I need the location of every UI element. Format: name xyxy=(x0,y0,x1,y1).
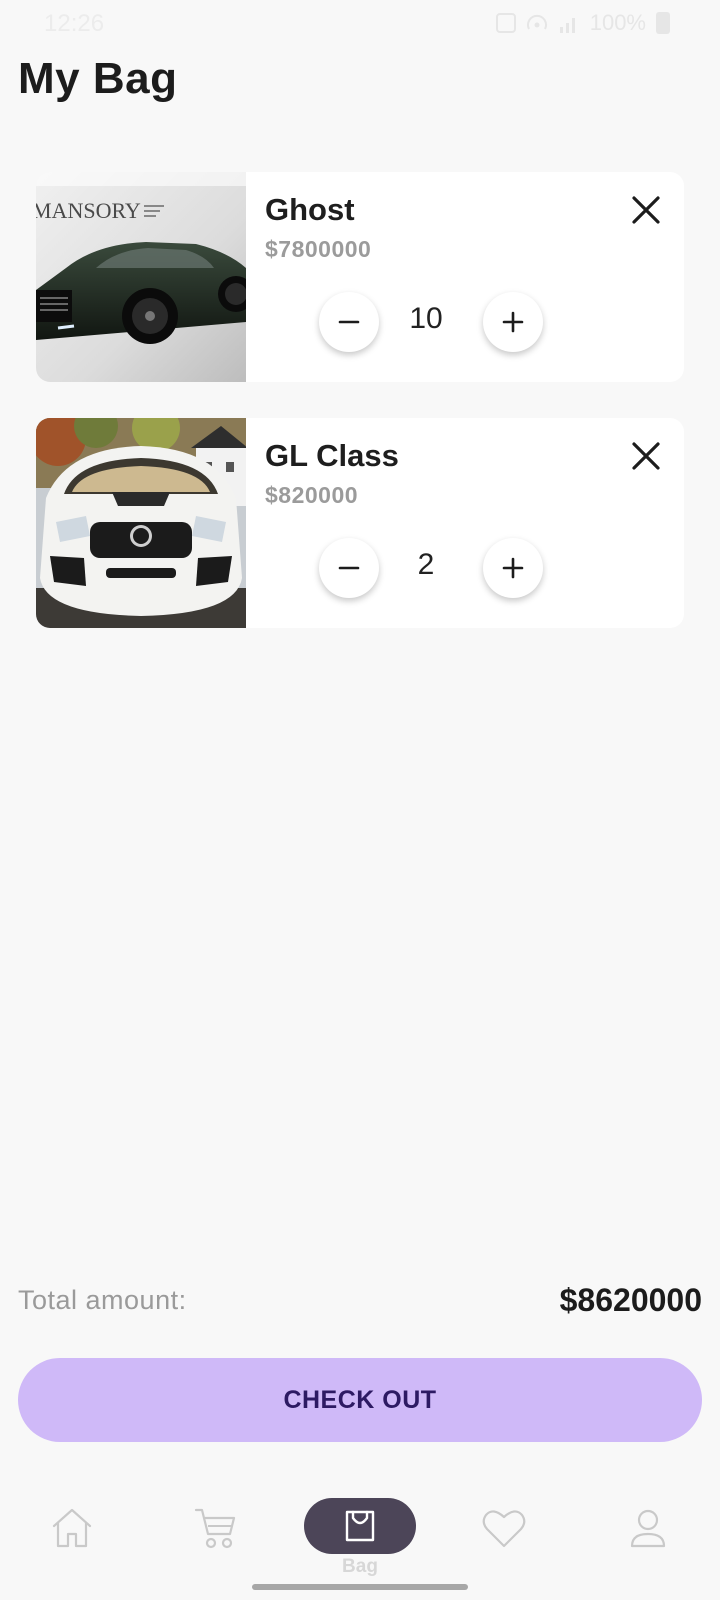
product-image-gl-class[interactable] xyxy=(36,418,246,628)
profile-icon xyxy=(630,1509,666,1548)
decrease-quantity-button[interactable] xyxy=(319,538,379,598)
product-image-ghost[interactable]: MANSORY xyxy=(36,172,246,382)
nav-cart[interactable] xyxy=(156,1506,276,1596)
remove-item-button[interactable] xyxy=(628,438,664,474)
close-icon xyxy=(632,442,660,470)
minus-icon xyxy=(338,566,360,570)
quantity-value: 10 xyxy=(409,302,443,335)
close-icon xyxy=(632,196,660,224)
status-icons: 100% xyxy=(495,10,670,36)
total-amount-label: Total amount: xyxy=(18,1285,187,1315)
page-title: My Bag xyxy=(18,54,178,103)
hotspot-icon xyxy=(526,13,548,33)
increase-quantity-button[interactable] xyxy=(483,292,543,352)
bag-icon xyxy=(345,1510,375,1542)
increase-quantity-button[interactable] xyxy=(483,538,543,598)
plus-icon xyxy=(502,557,524,579)
battery-icon xyxy=(656,12,670,34)
status-time: 12:26 xyxy=(44,10,105,37)
nav-home[interactable] xyxy=(12,1506,132,1596)
nav-active-indicator xyxy=(304,1498,416,1554)
checkout-button[interactable]: CHECK OUT xyxy=(18,1358,702,1442)
nav-bag[interactable]: Bag xyxy=(300,1498,420,1588)
alarm-icon xyxy=(495,13,516,33)
product-price: $820000 xyxy=(265,482,359,508)
total-amount-value: $8620000 xyxy=(559,1282,702,1318)
product-name[interactable]: Ghost xyxy=(265,192,355,228)
quantity-value: 2 xyxy=(417,548,435,581)
nav-profile[interactable] xyxy=(588,1506,708,1596)
home-icon xyxy=(52,1508,92,1548)
cart-item-gl-class: GL Class $820000 2 xyxy=(36,418,684,628)
heart-icon xyxy=(482,1510,526,1548)
status-bar: 12:26 100% xyxy=(0,0,720,50)
cart-icon xyxy=(194,1508,236,1549)
mansory-logo: MANSORY xyxy=(36,198,141,223)
battery-level: 100% xyxy=(589,10,646,35)
cart-item-ghost: MANSORY Ghost $7800000 10 xyxy=(36,172,684,382)
remove-item-button[interactable] xyxy=(628,192,664,228)
nav-bag-label: Bag xyxy=(342,1556,378,1577)
signal-icon xyxy=(558,13,580,33)
plus-icon xyxy=(502,311,524,333)
decrease-quantity-button[interactable] xyxy=(319,292,379,352)
minus-icon xyxy=(338,320,360,324)
home-indicator[interactable] xyxy=(252,1584,468,1590)
nav-favorites[interactable] xyxy=(444,1506,564,1596)
product-name[interactable]: GL Class xyxy=(265,438,399,474)
product-price: $7800000 xyxy=(265,236,372,262)
